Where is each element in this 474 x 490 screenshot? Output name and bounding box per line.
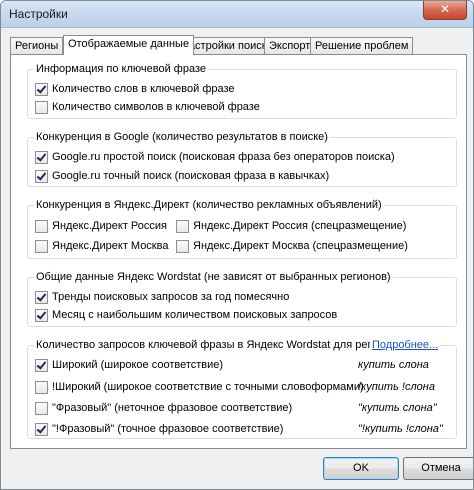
example-broad: купить слона: [358, 359, 429, 371]
checkbox-box[interactable]: [35, 402, 48, 415]
checkbox-box[interactable]: [35, 170, 48, 183]
example-phrase: "купить слона": [358, 402, 437, 414]
checkbox-label: Яндекс.Директ Россия (спецразмещение): [193, 220, 407, 232]
checkbox-label: Google.ru простой поиск (поисковая фраза…: [52, 151, 395, 163]
checkbox-box[interactable]: [35, 359, 48, 372]
group-google: Конкуренция в Google (количество результ…: [27, 130, 457, 187]
checkbox-box[interactable]: [35, 309, 48, 322]
checkbox-label: Количество слов в ключевой фразе: [52, 83, 235, 95]
checkbox-label: Яндекс.Директ Россия: [52, 220, 167, 232]
close-button[interactable]: ✕: [423, 1, 467, 20]
tab-export[interactable]: Экспорт: [264, 37, 316, 54]
checkbox-label: "!Фразовый" (точное фразовое соответстви…: [52, 423, 284, 435]
checkbox-box[interactable]: [35, 151, 48, 164]
group-title: Общие данные Яндекс Wordstat (не зависят…: [34, 270, 393, 284]
group-wordstat-general: Общие данные Яндекс Wordstat (не зависят…: [27, 270, 457, 327]
checkbox-box[interactable]: [35, 291, 48, 304]
checkbox-box[interactable]: [35, 423, 48, 436]
example-exact-phrase: "!купить !слона": [358, 423, 443, 435]
checkbox-box[interactable]: [176, 220, 189, 233]
checkbox-label: Яндекс.Директ Москва (спецразмещение): [193, 240, 408, 252]
group-wordstat-region: Количество запросов ключевой фразы в Янд…: [27, 338, 457, 439]
checkbox-label: Месяц с наибольшим количеством поисковых…: [52, 309, 338, 321]
group-title: Конкуренция в Яндекс.Директ (количество …: [34, 198, 384, 212]
checkbox-box[interactable]: [35, 83, 48, 96]
close-icon: ✕: [439, 2, 451, 16]
group-title: Конкуренция в Google (количество результ…: [34, 130, 330, 144]
tab-panel-displayed-data: Информация по ключевой фразе Количество …: [10, 54, 467, 449]
tab-troubleshooting[interactable]: Решение проблем: [310, 37, 414, 54]
checkbox-box[interactable]: [35, 220, 48, 233]
checkbox-label: Тренды поисковых запросов за год помесяч…: [52, 291, 290, 303]
title-bar[interactable]: Настройки ✕: [1, 1, 473, 28]
group-yandex-direct: Конкуренция в Яндекс.Директ (количество …: [27, 198, 457, 259]
settings-window: Настройки ✕ Регионы Отображаемые данные …: [0, 0, 474, 490]
checkbox-box[interactable]: [176, 240, 189, 253]
cancel-button[interactable]: Отмена: [403, 457, 473, 480]
checkbox-label: Google.ru точный поиск (поисковая фраза …: [52, 170, 330, 182]
checkbox-box[interactable]: [35, 240, 48, 253]
tab-regions[interactable]: Регионы: [10, 37, 64, 54]
group-keyphrase-info: Информация по ключевой фразе Количество …: [27, 62, 457, 119]
window-title: Настройки: [9, 7, 68, 21]
checkbox-label: !Широкий (широкое соответствие с точными…: [52, 381, 364, 393]
checkbox-label: Количество символов в ключевой фразе: [52, 101, 260, 113]
group-title: Количество запросов ключевой фразы в Янд…: [34, 338, 398, 352]
tab-displayed-data[interactable]: Отображаемые данные: [63, 35, 195, 55]
ok-button[interactable]: OK: [323, 457, 399, 480]
checkbox-label: "Фразовый" (неточное фразовое соответств…: [52, 402, 293, 414]
checkbox-label: Яндекс.Директ Москва: [52, 240, 169, 252]
checkbox-label: Широкий (широкое соответствие): [52, 359, 224, 371]
checkbox-box[interactable]: [35, 381, 48, 394]
checkbox-box[interactable]: [35, 101, 48, 114]
example-broad-exact-forms: !купить !слона: [358, 381, 435, 393]
group-title: Информация по ключевой фразе: [34, 62, 208, 76]
more-info-link[interactable]: Подробнее...: [370, 338, 441, 352]
